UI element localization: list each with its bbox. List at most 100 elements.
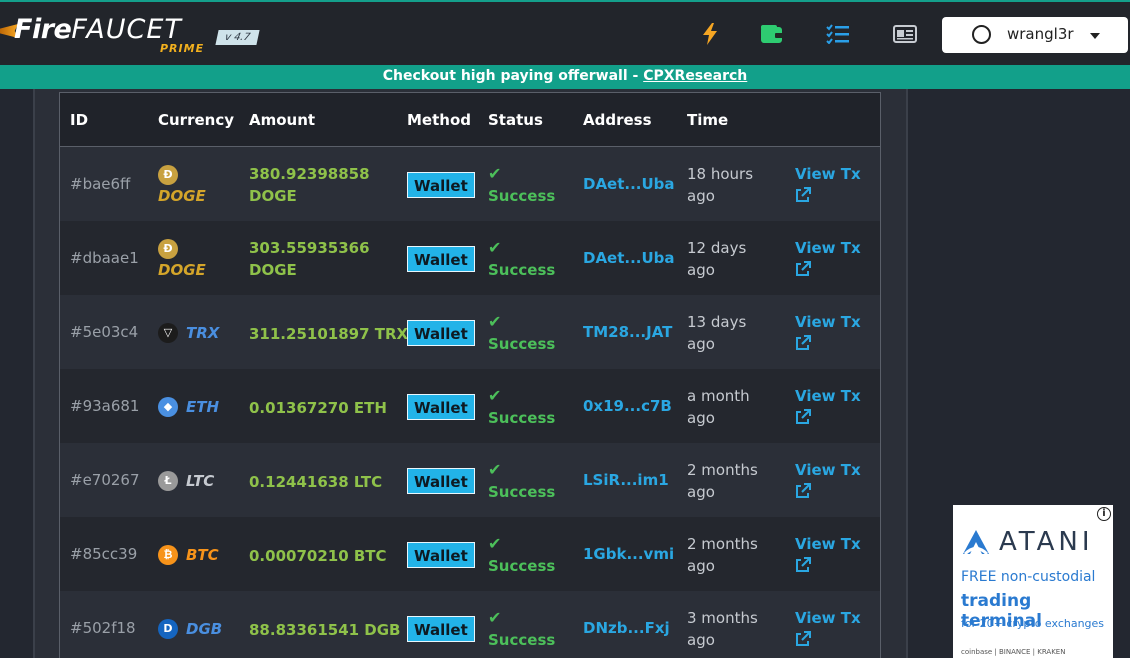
view-tx-link[interactable]: View Tx [795, 533, 861, 573]
wallet-address[interactable]: TM28...JAT [583, 323, 672, 341]
column-header: Time [687, 111, 729, 129]
wallet-address[interactable]: DAet...Uba [583, 249, 675, 267]
ad-line3: for 20+ crypto exchanges [961, 617, 1105, 630]
payout-amount: 303.55935366 DOGE [249, 239, 370, 279]
cpxresearch-link[interactable]: CPXResearch [643, 68, 747, 84]
check-icon: ✔ [488, 312, 502, 331]
payout-id: #502f18 [70, 619, 136, 637]
method-badge: Wallet [407, 320, 475, 346]
table-row: #5e03c4 ▽ TRX 311.25101897 TRX Wallet ✔ Succes… [60, 295, 880, 369]
payout-amount: 311.25101897 TRX [249, 325, 409, 343]
column-header: Method [407, 111, 471, 129]
payout-id: #85cc39 [70, 545, 138, 563]
check-icon: ✔ [488, 534, 502, 553]
view-tx-link[interactable]: View Tx [795, 459, 861, 499]
payout-id: #5e03c4 [70, 323, 139, 341]
currency-name: ETH [186, 398, 220, 416]
external-link-icon [796, 631, 811, 646]
ptc-ads-icon[interactable] [893, 22, 917, 46]
eth-coin-icon: ◆ [158, 397, 178, 417]
external-link-icon [796, 483, 811, 498]
trx-coin-icon: ▽ [158, 323, 178, 343]
payout-time: 18 hours ago [687, 165, 754, 205]
check-icon: ✔ [488, 386, 502, 405]
doge-coin-icon: Ð [158, 165, 178, 185]
ad-footer: coinbase | BINANCE | KRAKEN [961, 648, 1066, 656]
dgb-coin-icon: D [158, 619, 178, 639]
user-menu-button[interactable]: wrangl3r [942, 17, 1128, 53]
view-tx-link[interactable]: View Tx [795, 163, 861, 203]
wallet-address[interactable]: DNzb...Fxj [583, 619, 670, 637]
check-icon: ✔ [488, 164, 502, 183]
external-link-icon [796, 187, 811, 202]
status-success: ✔ Success [488, 238, 556, 279]
user-icon [972, 25, 991, 44]
view-tx-link[interactable]: View Tx [795, 237, 861, 277]
status-success: ✔ Success [488, 312, 556, 353]
wallet-address[interactable]: LSiR...im1 [583, 471, 669, 489]
btc-coin-icon: ₿ [158, 545, 178, 565]
atani-ad[interactable]: i ATANI FREE non-custodial trading termi… [953, 505, 1113, 658]
payout-id: #dbaae1 [70, 249, 139, 267]
payout-time: 2 months ago [687, 461, 758, 501]
currency-name: TRX [186, 324, 220, 342]
column-header: Amount [249, 111, 316, 129]
column-header: Address [583, 111, 652, 129]
external-link-icon [796, 335, 811, 350]
check-icon: ✔ [488, 238, 502, 257]
table-row: #e70267 Ł LTC 0.12441638 LTC Wallet ✔ Success L… [60, 443, 880, 517]
method-badge: Wallet [407, 616, 475, 642]
table-row: #dbaae1 Ð DOGE 303.55935366 DOGE Wallet ✔ Succe… [60, 221, 880, 295]
table-row: #93a681 ◆ ETH 0.01367270 ETH Wallet ✔ Success 0… [60, 369, 880, 443]
payout-time: 12 days ago [687, 239, 747, 279]
currency-name: BTC [186, 546, 219, 564]
currency-name: DOGE [158, 261, 206, 279]
view-tx-link[interactable]: View Tx [795, 385, 861, 425]
payout-id: #93a681 [70, 397, 140, 415]
method-badge: Wallet [407, 542, 475, 568]
ad-line1: FREE non-custodial [961, 569, 1096, 585]
status-success: ✔ Success [488, 534, 556, 575]
atani-logo-icon [963, 530, 989, 555]
version-badge: v 4.7 [215, 30, 260, 45]
currency-name: LTC [186, 472, 215, 490]
logo-text: FireFAUCET [14, 14, 182, 45]
payout-amount: 0.12441638 LTC [249, 473, 383, 491]
view-tx-link[interactable]: View Tx [795, 607, 861, 647]
wallet-icon[interactable] [760, 22, 784, 46]
table-header: ID Currency Amount Method Status Address… [60, 93, 880, 147]
tasks-icon[interactable] [826, 22, 850, 46]
logo-prime: PRIME [160, 42, 205, 55]
wallet-address[interactable]: 1Gbk...vmi [583, 545, 674, 563]
banner-text: Checkout high paying offerwall - [382, 68, 644, 84]
table-row: #502f18 D DGB 88.83361541 DGB Wallet ✔ Success… [60, 591, 880, 658]
view-tx-link[interactable]: View Tx [795, 311, 861, 351]
payout-amount: 380.92398858 DOGE [249, 165, 370, 205]
payout-id: #e70267 [70, 471, 140, 489]
payout-amount: 0.00070210 BTC [249, 547, 387, 565]
status-success: ✔ Success [488, 460, 556, 501]
method-badge: Wallet [407, 172, 475, 198]
method-badge: Wallet [407, 468, 475, 494]
status-success: ✔ Success [488, 608, 556, 649]
firefaucet-logo[interactable]: FireFAUCET PRIME v 4.7 [0, 12, 270, 56]
status-success: ✔ Success [488, 386, 556, 427]
ad-info-icon[interactable]: i [1097, 507, 1111, 521]
check-icon: ✔ [488, 608, 502, 627]
external-link-icon [796, 261, 811, 276]
lightning-icon[interactable] [698, 22, 722, 46]
payout-amount: 88.83361541 DGB [249, 621, 401, 639]
wallet-address[interactable]: DAet...Uba [583, 175, 675, 193]
ltc-coin-icon: Ł [158, 471, 178, 491]
external-link-icon [796, 557, 811, 572]
wallet-address[interactable]: 0x19...c7B [583, 397, 672, 415]
status-success: ✔ Success [488, 164, 556, 205]
payout-amount: 0.01367270 ETH [249, 399, 387, 417]
currency-name: DOGE [158, 187, 206, 205]
currency-name: DGB [186, 620, 223, 638]
payout-time: 3 months ago [687, 609, 758, 649]
payout-time: a month ago [687, 387, 750, 427]
offerwall-banner: Checkout high paying offerwall - CPXRese… [0, 65, 1130, 89]
payouts-table: ID Currency Amount Method Status Address… [59, 92, 881, 658]
method-badge: Wallet [407, 246, 475, 272]
